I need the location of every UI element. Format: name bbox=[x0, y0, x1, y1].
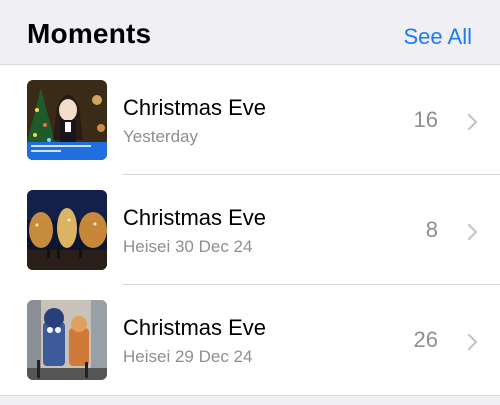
moments-list: Christmas Eve Yesterday 16 Christmas Eve… bbox=[0, 64, 500, 396]
moment-thumbnail bbox=[27, 190, 107, 270]
moment-photo-count: 8 bbox=[425, 217, 438, 242]
moments-header: Moments See All bbox=[0, 0, 500, 64]
moment-row[interactable]: Christmas Eve Heisei 29 Dec 24 26 bbox=[0, 285, 500, 395]
moment-photo-count: 16 bbox=[413, 107, 438, 132]
chevron-right-icon bbox=[467, 333, 478, 351]
chevron-right-icon bbox=[467, 113, 478, 131]
moment-title: Christmas Eve bbox=[123, 315, 267, 340]
moment-thumbnail bbox=[27, 300, 107, 380]
moment-title: Christmas Eve bbox=[123, 205, 267, 230]
moment-row[interactable]: Christmas Eve Heisei 30 Dec 24 8 bbox=[0, 175, 500, 285]
see-all-button[interactable]: See All bbox=[404, 24, 473, 50]
section-title: Moments bbox=[27, 18, 152, 49]
moment-thumbnail bbox=[27, 80, 107, 160]
moment-date: Heisei 29 Dec 24 bbox=[123, 347, 253, 366]
moment-date: Yesterday bbox=[123, 127, 198, 146]
moment-row[interactable]: Christmas Eve Yesterday 16 bbox=[0, 65, 500, 175]
chevron-right-icon bbox=[467, 223, 478, 241]
moment-date: Heisei 30 Dec 24 bbox=[123, 237, 253, 256]
moment-title: Christmas Eve bbox=[123, 95, 267, 120]
moment-photo-count: 26 bbox=[413, 327, 438, 352]
